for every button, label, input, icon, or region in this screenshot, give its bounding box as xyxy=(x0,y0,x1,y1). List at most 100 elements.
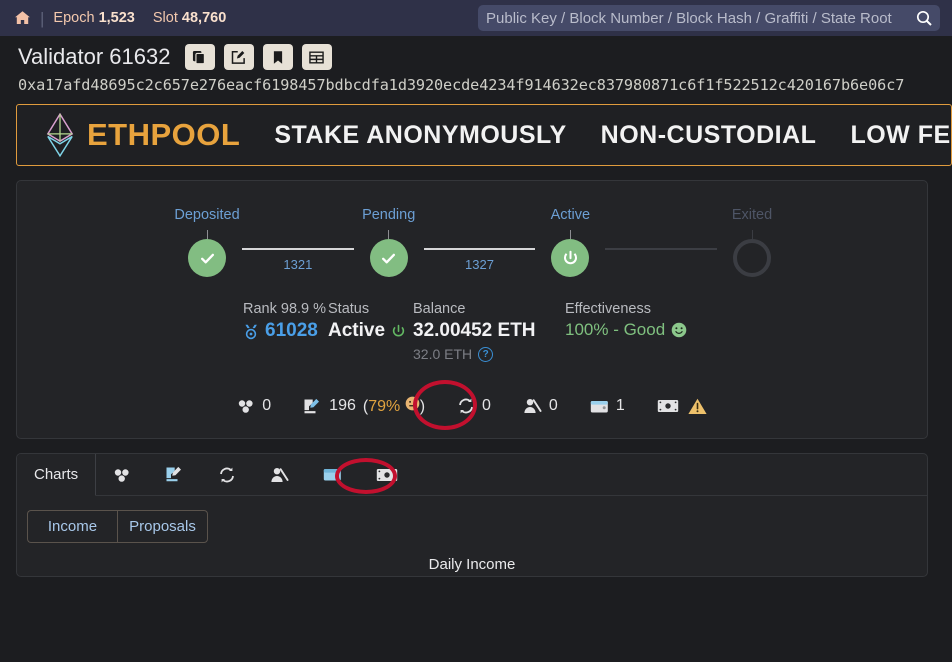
timeline-epoch: 1327 xyxy=(465,256,494,272)
attestation-icon xyxy=(303,398,322,415)
table-button[interactable] xyxy=(301,44,332,70)
stat-value: 0 xyxy=(482,397,491,414)
validator-summary: Rank 98.9 % 61028 Status Active Balance … xyxy=(17,289,927,362)
income-button[interactable]: Income xyxy=(27,510,117,543)
ad-slogan-2: NON-CUSTODIAL xyxy=(600,120,817,149)
status-value-row: Active xyxy=(328,320,413,342)
edit-button[interactable] xyxy=(223,44,254,70)
stat-extra-pct: 79% xyxy=(368,398,401,415)
stat-withdrawals[interactable] xyxy=(657,398,707,415)
check-icon xyxy=(369,239,408,277)
annotation-ellipse-withdrawals-tab xyxy=(335,458,397,494)
timeline-connector-1: 1321 xyxy=(242,207,354,272)
timeline-stem xyxy=(569,230,571,239)
search-icon[interactable] xyxy=(916,10,932,26)
stat-attestations[interactable]: 196 (79% ) xyxy=(303,396,425,416)
timeline-label: Deposited xyxy=(174,207,240,223)
stat-value: 0 xyxy=(548,397,558,414)
rank-stat: Rank 98.9 % 61028 xyxy=(243,301,328,362)
proposals-button[interactable]: Proposals xyxy=(117,510,208,543)
status-stat: Status Active xyxy=(328,301,413,362)
epoch-stat[interactable]: Epoch 1,523 xyxy=(53,10,134,26)
home-icon[interactable] xyxy=(14,10,31,26)
search-box[interactable] xyxy=(478,5,940,31)
ad-brand-group: ETHPOOL xyxy=(45,113,240,157)
page-title: Validator 61632 xyxy=(18,44,171,69)
effectiveness-value: 100% - Good xyxy=(565,320,666,339)
wallet-icon xyxy=(590,399,609,414)
medal-icon xyxy=(243,323,259,340)
balance-value: 32.00452 ETH xyxy=(413,320,536,341)
timeline-connector-3 xyxy=(605,207,718,257)
slot-value: 48,760 xyxy=(181,10,227,26)
bookmark-button[interactable] xyxy=(262,44,293,70)
timeline-node-active: Active xyxy=(535,207,605,277)
effectiveness-stat: Effectiveness 100% - Good xyxy=(565,301,687,362)
money-icon xyxy=(657,399,679,413)
effectiveness-value-row: 100% - Good xyxy=(565,320,687,340)
question-circle-icon[interactable]: ? xyxy=(478,346,494,362)
effectiveness-label: Effectiveness xyxy=(565,301,651,317)
timeline-label: Exited xyxy=(731,207,773,223)
chart-type-button-group: Income Proposals xyxy=(27,510,208,543)
validator-pubkey[interactable]: 0xa17afd48695c2c657e276eacf6198457bdbcdf… xyxy=(0,76,952,94)
slot-label: Slot xyxy=(152,10,178,26)
epoch-label: Epoch xyxy=(53,10,95,26)
balance-label: Balance xyxy=(413,301,466,317)
ad-slogan-3: LOW FEES xyxy=(850,120,951,149)
timeline-node-deposited: Deposited xyxy=(172,207,242,277)
copy-button[interactable] xyxy=(184,44,215,70)
timeline-label: Active xyxy=(550,207,591,223)
timeline-node-exited: Exited xyxy=(717,207,787,277)
timeline-line xyxy=(423,248,536,250)
validator-icon-stats: 0 196 (79% ) 0 0 1 xyxy=(17,380,927,430)
balance-stat: Balance 32.00452 ETH 32.0 ETH ? xyxy=(413,301,565,362)
stat-value: 0 xyxy=(262,397,272,414)
timeline-node-pending: Pending xyxy=(354,207,424,277)
tab-blocks[interactable] xyxy=(96,454,148,495)
empty-circle-icon xyxy=(733,239,772,277)
power-icon xyxy=(391,324,406,339)
annotation-ellipse-withdrawals-stat xyxy=(413,380,477,430)
status-label: Status xyxy=(328,301,370,317)
power-icon xyxy=(551,239,590,277)
stat-slashings[interactable]: 0 xyxy=(523,397,558,415)
navbar-divider: | xyxy=(40,8,45,28)
tab-attestations[interactable] xyxy=(148,454,201,495)
slashing-icon xyxy=(523,398,542,414)
stat-value: 1 xyxy=(615,397,625,414)
stat-value: 196 xyxy=(329,397,356,414)
timeline-line xyxy=(242,248,354,250)
epoch-value: 1,523 xyxy=(98,10,135,26)
page-header: Validator 61632 xyxy=(0,36,952,76)
chart-title: Daily Income xyxy=(428,556,516,573)
charts-panel: Charts Income Proposals Daily Income xyxy=(16,453,928,577)
ad-brand-text: ETHPOOL xyxy=(87,117,241,152)
tab-charts[interactable]: Charts xyxy=(17,454,97,496)
stat-deposits[interactable]: 1 xyxy=(590,397,625,415)
balance-sub-row: 32.0 ETH ? xyxy=(413,346,565,362)
rank-value: 61028 xyxy=(265,320,318,341)
ad-banner[interactable]: ETHPOOL STAKE ANONYMOUSLY NON-CUSTODIAL … xyxy=(16,104,952,166)
timeline-stem xyxy=(388,230,390,239)
tab-label: Charts xyxy=(34,466,79,483)
tab-slashings[interactable] xyxy=(253,454,306,495)
slashing-icon xyxy=(270,467,289,483)
validator-status-timeline: Deposited 1321 Pending 1327 Active Exite… xyxy=(17,207,927,289)
stat-blocks[interactable]: 0 xyxy=(237,397,271,415)
attestation-icon xyxy=(165,466,184,483)
top-navbar: | Epoch 1,523 Slot 48,760 xyxy=(0,0,952,36)
check-icon xyxy=(188,239,226,277)
timeline-line xyxy=(605,248,718,250)
rank-value-row: 61028 xyxy=(243,320,328,342)
timeline-stem xyxy=(206,230,208,239)
search-input[interactable] xyxy=(486,9,912,27)
status-value: Active xyxy=(328,320,386,341)
timeline-label: Pending xyxy=(362,207,416,223)
cubes-icon xyxy=(113,467,131,483)
tab-sync-committee[interactable] xyxy=(201,454,253,495)
slot-stat[interactable]: Slot 48,760 xyxy=(153,10,226,26)
timeline-connector-2: 1327 xyxy=(423,207,536,272)
smiley-good-icon xyxy=(671,322,687,338)
ethereum-diamond-icon xyxy=(45,113,75,157)
